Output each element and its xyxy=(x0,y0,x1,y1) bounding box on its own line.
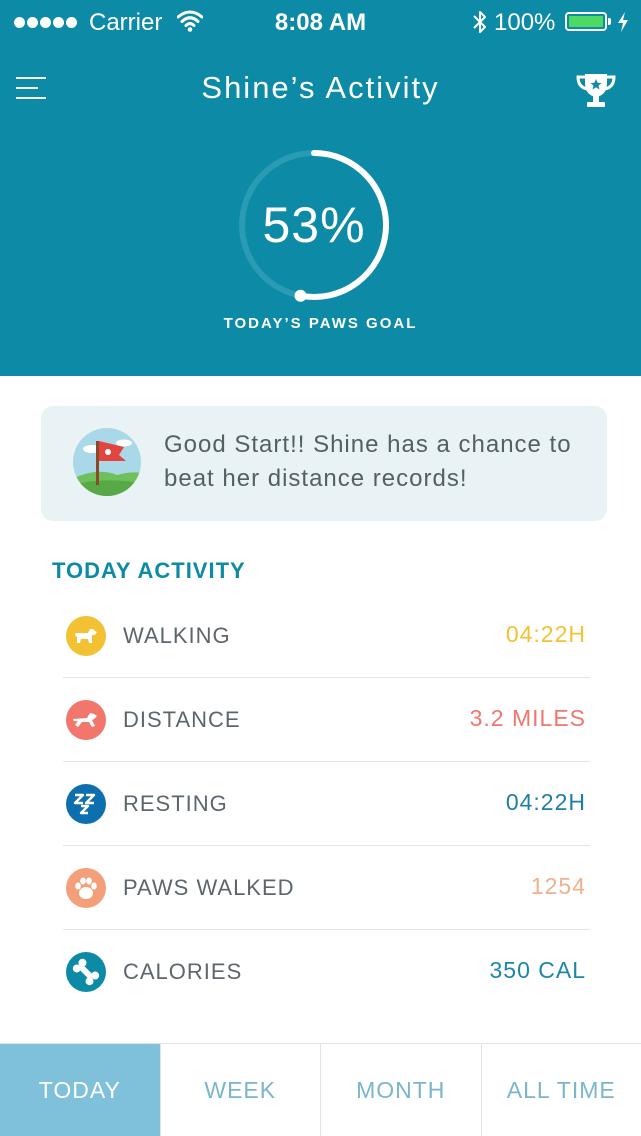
activity-list: WALKING 04:22H DISTANCE 3.2 MILES RESTIN… xyxy=(63,594,590,1013)
activity-label: CALORIES xyxy=(123,959,243,984)
message-card: Good Start!! Shine has a chance to beat … xyxy=(41,406,607,521)
activity-value: 3.2 MILES xyxy=(469,705,586,731)
paw-icon xyxy=(66,868,106,908)
activity-row-resting[interactable]: RESTING 04:22H xyxy=(63,762,590,846)
flag-avatar-icon xyxy=(73,428,141,496)
activity-label: DISTANCE xyxy=(123,707,241,732)
tab-today[interactable]: TODAY xyxy=(0,1044,160,1136)
activity-label: RESTING xyxy=(123,791,228,816)
charging-icon xyxy=(618,12,628,32)
header: Carrier 8:08 AM 100% Shine’s Activity 53… xyxy=(0,0,641,376)
battery-icon xyxy=(565,12,607,31)
dog-walking-icon xyxy=(66,616,106,656)
zzz-sleep-icon xyxy=(66,784,106,824)
tab-all-time[interactable]: ALL TIME xyxy=(480,1044,641,1136)
status-bar: Carrier 8:08 AM 100% xyxy=(0,0,641,44)
bone-icon xyxy=(66,952,106,992)
battery-tip xyxy=(608,18,611,25)
message-text: Good Start!! Shine has a chance to beat … xyxy=(164,431,572,492)
activity-value: 350 CAL xyxy=(489,957,586,983)
dog-running-icon xyxy=(66,700,106,740)
bluetooth-icon xyxy=(473,11,486,33)
activity-row-walking[interactable]: WALKING 04:22H xyxy=(63,594,590,678)
section-title: TODAY ACTIVITY xyxy=(52,558,246,583)
activity-value: 04:22H xyxy=(505,621,586,647)
activity-row-paws-walked[interactable]: PAWS WALKED 1254 xyxy=(63,846,590,930)
activity-value: 1254 xyxy=(530,873,586,899)
battery-percent: 100% xyxy=(494,9,556,36)
activity-row-distance[interactable]: DISTANCE 3.2 MILES xyxy=(63,678,590,762)
tab-month[interactable]: MONTH xyxy=(320,1044,481,1136)
activity-label: PAWS WALKED xyxy=(123,875,295,900)
goal-percent: 53% xyxy=(262,197,366,253)
tab-week[interactable]: WEEK xyxy=(159,1044,321,1136)
page-title: Shine’s Activity xyxy=(201,70,440,105)
goal-label: TODAY’S PAWS GOAL xyxy=(223,315,418,332)
tab-bar: TODAY WEEK MONTH ALL TIME xyxy=(0,1043,641,1136)
trophy-icon[interactable] xyxy=(576,71,616,109)
activity-row-calories[interactable]: CALORIES 350 CAL xyxy=(63,930,590,1013)
activity-value: 04:22H xyxy=(505,789,586,815)
activity-label: WALKING xyxy=(123,623,231,648)
